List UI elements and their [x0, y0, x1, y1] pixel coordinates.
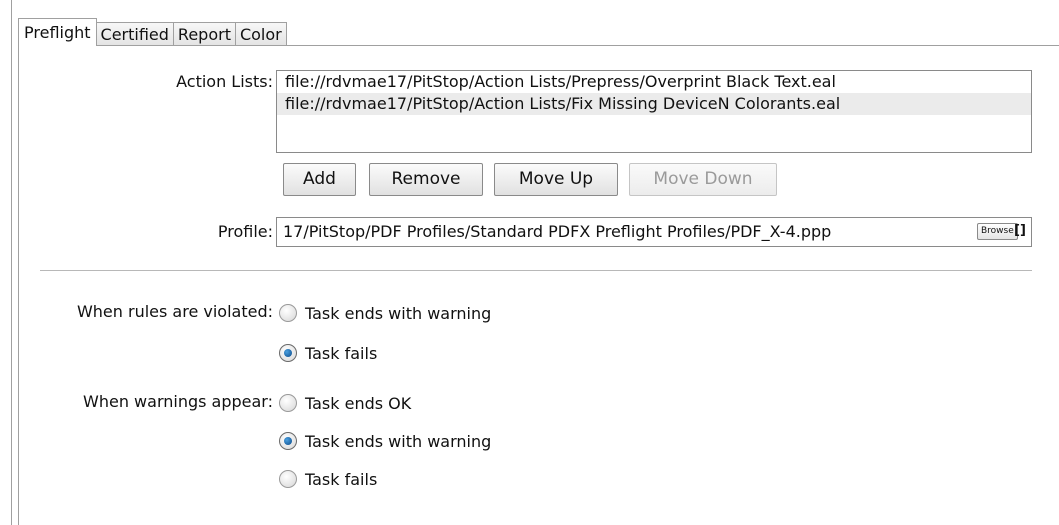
radio-button-selected-icon[interactable] — [279, 344, 297, 362]
browse-button[interactable]: Browse — [977, 223, 1018, 240]
radio-label: Task fails — [305, 343, 378, 363]
move-down-button[interactable]: Move Down — [629, 163, 777, 196]
separator — [40, 270, 1032, 271]
remove-button[interactable]: Remove — [369, 163, 483, 196]
radio-button-icon[interactable] — [279, 394, 297, 412]
action-lists-label: Action Lists: — [176, 72, 273, 91]
radio-warnings-task-fails[interactable]: Task fails — [279, 467, 377, 491]
radio-label: Task ends with warning — [305, 431, 492, 451]
profile-path: 17/PitStop/PDF Profiles/Standard PDFX Pr… — [283, 222, 832, 241]
profile-field[interactable]: 17/PitStop/PDF Profiles/Standard PDFX Pr… — [276, 217, 1032, 247]
window-left-border — [11, 0, 12, 525]
radio-label: Task fails — [305, 469, 378, 489]
radio-button-icon[interactable] — [279, 470, 297, 488]
warnings-appear-label: When warnings appear: — [83, 392, 273, 411]
add-button[interactable]: Add — [283, 163, 356, 196]
radio-label: Task ends OK — [305, 393, 412, 413]
tab-preflight[interactable]: Preflight — [18, 18, 97, 46]
rules-violated-label: When rules are violated: — [76, 302, 273, 321]
radio-warnings-task-ends-ok[interactable]: Task ends OK — [279, 391, 411, 415]
list-item[interactable]: file://rdvmae17/PitStop/Action Lists/Fix… — [277, 93, 1031, 115]
radio-label: Task ends with warning — [305, 303, 492, 323]
tab-certified[interactable]: Certified — [95, 22, 174, 46]
move-up-button[interactable]: Move Up — [494, 163, 618, 196]
radio-button-selected-icon[interactable] — [279, 432, 297, 450]
radio-button-icon[interactable] — [279, 304, 297, 322]
action-lists-listbox[interactable]: file://rdvmae17/PitStop/Action Lists/Pre… — [276, 70, 1032, 153]
tab-color[interactable]: Color — [234, 22, 287, 46]
radio-warnings-task-ends-with-warning[interactable]: Task ends with warning — [279, 429, 491, 453]
tab-report[interactable]: Report — [172, 22, 236, 46]
expand-bracket-icon[interactable]: [] — [1014, 222, 1026, 240]
tab-bar: Preflight Certified Report Color — [18, 18, 287, 46]
radio-rules-task-fails[interactable]: Task fails — [279, 341, 377, 365]
list-item[interactable]: file://rdvmae17/PitStop/Action Lists/Pre… — [277, 71, 1031, 93]
profile-label: Profile: — [217, 222, 273, 241]
radio-rules-task-ends-with-warning[interactable]: Task ends with warning — [279, 301, 491, 325]
